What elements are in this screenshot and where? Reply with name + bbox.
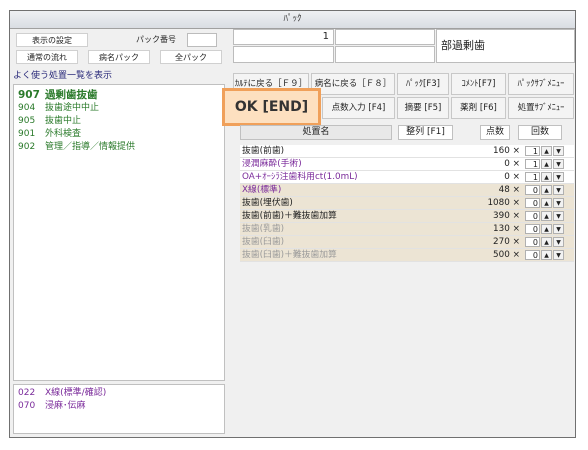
quantity-field[interactable]: 0 [525,250,540,260]
medicine-button[interactable]: 薬剤 [F6] [451,97,506,119]
quantity-field[interactable]: 0 [525,185,540,195]
quantity-field[interactable]: 0 [525,237,540,247]
table-row[interactable]: 浸潤麻酔(手術) 0 × 1 ▲ ▼ [240,158,574,171]
summary-button[interactable]: 摘要 [F5] [397,97,449,119]
points-input-button[interactable]: 点数入力 [F4] [322,97,395,119]
quantity-field[interactable]: 1 [525,172,540,182]
pack-button[interactable]: ﾊﾟｯｸ[F3] [397,73,449,95]
decrement-button[interactable]: ▼ [553,185,564,195]
list-item[interactable]: 901 外科検査 [18,128,222,140]
increment-button[interactable]: ▲ [541,172,552,182]
quantity-field[interactable]: 1 [525,159,540,169]
list-item[interactable]: 070 浸麻･伝麻 [18,400,222,412]
pack-window: ﾊﾟｯｸ 表示の設定 パック番号 通常の流れ 病名パック 全パック 1 部過剰歯… [9,10,576,438]
decrement-button[interactable]: ▼ [553,224,564,234]
table-row[interactable]: 抜歯(臼歯)＋難抜歯加算 500 × 0 ▲ ▼ [240,249,574,262]
favorites-bottom-list: 022 X線(標準/確認) 070 浸麻･伝麻 [13,384,225,434]
table-row[interactable]: 抜歯(前歯) 160 × 1 ▲ ▼ [240,145,574,158]
quantity-field[interactable]: 0 [525,224,540,234]
disease-pack-button[interactable]: 病名パック [88,50,150,64]
all-pack-button[interactable]: 全パック [160,50,222,64]
treatment-submenu-button[interactable]: 処置ｻﾌﾞﾒﾆｭｰ [508,97,574,119]
table-row[interactable]: 抜歯(前歯)＋難抜歯加算 390 × 0 ▲ ▼ [240,210,574,223]
decrement-button[interactable]: ▼ [553,211,564,221]
display-settings-button[interactable]: 表示の設定 [16,33,88,47]
decrement-button[interactable]: ▼ [553,159,564,169]
increment-button[interactable]: ▲ [541,185,552,195]
quantity-field[interactable]: 1 [525,146,540,156]
quantity-field[interactable]: 0 [525,198,540,208]
increment-button[interactable]: ▲ [541,198,552,208]
increment-button[interactable]: ▲ [541,159,552,169]
treatment-grid: 抜歯(前歯) 160 × 1 ▲ ▼ 浸潤麻酔(手術) 0 × 1 ▲ ▼ OA… [240,145,574,262]
column-header-points[interactable]: 点数 [480,125,510,140]
list-item[interactable]: 905 抜歯中止 [18,115,222,127]
list-item[interactable]: 904 抜歯途中中止 [18,102,222,114]
table-row[interactable]: OA+ｵｰｼﾗ注歯科用ct(1.0mL) 0 × 1 ▲ ▼ [240,171,574,184]
top-field-3[interactable] [233,46,334,63]
decrement-button[interactable]: ▼ [553,198,564,208]
ok-end-button[interactable]: OK [END] [222,88,321,126]
decrement-button[interactable]: ▼ [553,250,564,260]
list-item[interactable]: 022 X線(標準/確認) [18,387,222,399]
window-title: ﾊﾟｯｸ [10,11,575,29]
increment-button[interactable]: ▲ [541,211,552,221]
increment-button[interactable]: ▲ [541,237,552,247]
table-row[interactable]: 抜歯(臼歯) 270 × 0 ▲ ▼ [240,236,574,249]
pack-submenu-button[interactable]: ﾊﾟｯｸｻﾌﾞﾒﾆｭｰ [508,73,574,95]
top-field-4[interactable] [335,46,435,63]
decrement-button[interactable]: ▼ [553,146,564,156]
count-field[interactable]: 1 [233,29,334,45]
table-row[interactable]: 抜歯(埋伏歯) 1080 × 0 ▲ ▼ [240,197,574,210]
normal-flow-button[interactable]: 通常の流れ [16,50,78,64]
top-field-2[interactable] [335,29,435,45]
back-to-disease-button[interactable]: 病名に戻る［Ｆ８］ [311,73,395,95]
favorites-header[interactable]: よく使う処置一覧を表示 [13,68,227,84]
sort-button[interactable]: 整列 [F1] [398,125,453,140]
increment-button[interactable]: ▲ [541,250,552,260]
pack-number-label: パック番号 [136,35,176,44]
column-header-name[interactable]: 処置名 [240,125,392,140]
column-header-times[interactable]: 回数 [518,125,562,140]
quantity-field[interactable]: 0 [525,211,540,221]
comment-button[interactable]: ｺﾒﾝﾄ[F7] [451,73,506,95]
increment-button[interactable]: ▲ [541,224,552,234]
list-item[interactable]: 907 過剰歯抜歯 [18,89,222,101]
table-row[interactable]: X線(標準) 48 × 0 ▲ ▼ [240,184,574,197]
pack-number-input[interactable] [187,33,217,47]
favorites-list: 907 過剰歯抜歯 904 抜歯途中中止 905 抜歯中止 901 外科検査 902 管理… [13,84,225,381]
list-item[interactable]: 902 管理／指導／情報提供 [18,141,222,153]
region-field[interactable]: 部過剰歯 [436,29,575,63]
increment-button[interactable]: ▲ [541,146,552,156]
decrement-button[interactable]: ▼ [553,237,564,247]
decrement-button[interactable]: ▼ [553,172,564,182]
table-row[interactable]: 抜歯(乳歯) 130 × 0 ▲ ▼ [240,223,574,236]
